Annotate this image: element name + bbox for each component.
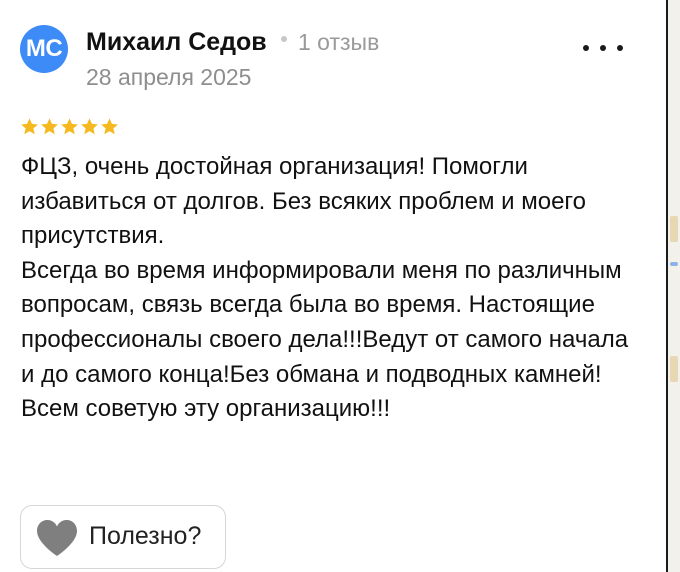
review-text: ФЦЗ, очень достойная организация! Помогл… [21, 150, 631, 427]
star-icon [21, 118, 38, 135]
more-options-button[interactable] [583, 36, 623, 60]
map-edge-mark [670, 262, 678, 266]
review-paragraph: Всегда во время информировали меня по ра… [21, 256, 629, 423]
helpful-label: Полезно? [89, 522, 202, 550]
separator-dot [281, 36, 287, 42]
more-dots-icon [600, 45, 606, 51]
map-edge-mark [670, 216, 678, 242]
map-edge-mark [670, 356, 678, 382]
more-dots-icon [617, 45, 623, 51]
star-icon [81, 118, 98, 135]
more-dots-icon [583, 45, 589, 51]
helpful-button[interactable]: Полезно? [20, 505, 226, 569]
star-icon [41, 118, 58, 135]
author-reviews-count: 1 отзыв [298, 29, 380, 55]
avatar-initials: МС [25, 35, 63, 62]
review-paragraph: ФЦЗ, очень достойная организация! Помогл… [21, 153, 586, 250]
author-name[interactable]: Михаил Седов [86, 28, 267, 57]
star-icon [101, 118, 118, 135]
review-date: 28 апреля 2025 [86, 64, 252, 90]
rating-stars [20, 117, 119, 136]
avatar[interactable]: МС [20, 25, 68, 73]
heart-icon [37, 520, 77, 556]
star-icon [61, 118, 78, 135]
map-edge-strip [666, 0, 680, 572]
